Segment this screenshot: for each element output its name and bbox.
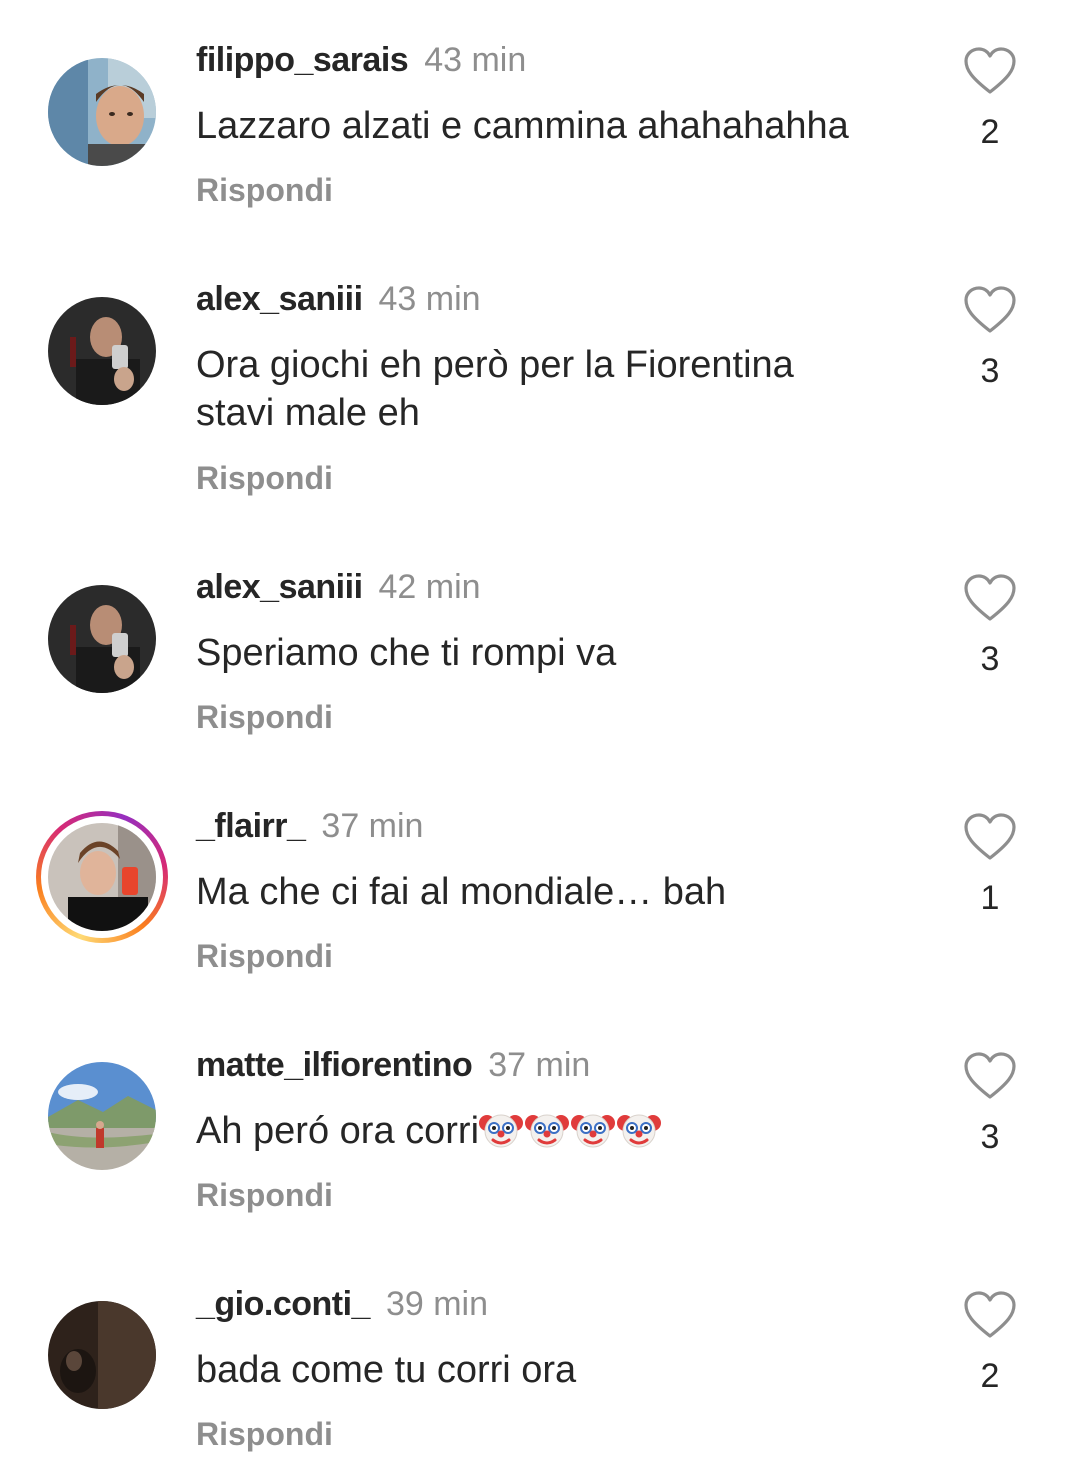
comment-meta: _gio.conti_ 39 min [196,1282,488,1326]
reply-button[interactable]: Rispondi [196,458,333,498]
reply-button[interactable]: Rispondi [196,1414,333,1454]
comment-text: Ah peró ora corri [196,1107,916,1155]
comment-time: 42 min [378,568,481,606]
avatar[interactable] [48,823,156,931]
comment-username[interactable]: alex_saniii [196,280,363,318]
comment-meta: alex_saniii 42 min [196,565,481,609]
comment-meta: alex_saniii 43 min [196,277,481,321]
clown-face-icon [479,1114,524,1148]
avatar[interactable] [48,1062,156,1170]
comment-time: 37 min [488,1046,591,1084]
avatar[interactable] [48,1301,156,1409]
like-count: 2 [980,1357,1000,1395]
heart-icon[interactable] [962,285,1018,335]
story-ring[interactable] [36,811,168,943]
comment-text: Ora giochi eh però per la Fiorentina sta… [196,344,794,434]
avatar[interactable] [48,297,156,405]
reply-button[interactable]: Rispondi [196,1175,333,1215]
reply-button[interactable]: Rispondi [196,936,333,976]
avatar[interactable] [48,585,156,693]
avatar[interactable] [48,58,156,166]
like-count: 3 [980,1118,1000,1156]
heart-icon[interactable] [962,573,1018,623]
comment-time: 43 min [424,41,527,79]
comment-text-body: Ah peró ora corri [196,1110,480,1152]
comment-time: 43 min [378,280,481,318]
comment-meta: matte_ilfiorentino 37 min [196,1043,590,1087]
comment-username[interactable]: _gio.conti_ [196,1285,370,1323]
comment-username[interactable]: matte_ilfiorentino [196,1046,473,1084]
comment-meta: filippo_sarais 43 min [196,38,526,82]
heart-icon[interactable] [962,812,1018,862]
heart-icon[interactable] [962,1290,1018,1340]
comment-username[interactable]: _flairr_ [196,807,306,845]
comment-username[interactable]: alex_saniii [196,568,363,606]
comment-username[interactable]: filippo_sarais [196,41,409,79]
comment-text: Speriamo che ti rompi va [196,632,617,674]
clown-face-icon [525,1114,570,1148]
comment-text: bada come tu corri ora [196,1349,577,1391]
comment-time: 37 min [321,807,424,845]
comment-text: Ma che ci fai al mondiale… bah [196,871,727,913]
comment-text: Lazzaro alzati e cammina ahahahahha [196,105,849,147]
like-count: 1 [980,879,1000,917]
clown-face-icon [571,1114,616,1148]
clown-face-icon [617,1114,662,1148]
comment-meta: _flairr_ 37 min [196,804,423,848]
reply-button[interactable]: Rispondi [196,697,333,737]
reply-button[interactable]: Rispondi [196,170,333,210]
clown-emoji-row [479,1110,663,1152]
comment-time: 39 min [385,1285,489,1323]
like-count: 3 [980,352,1000,390]
like-count: 3 [980,640,1000,678]
heart-icon[interactable] [962,46,1018,96]
like-count: 2 [980,113,1000,151]
heart-icon[interactable] [962,1051,1018,1101]
